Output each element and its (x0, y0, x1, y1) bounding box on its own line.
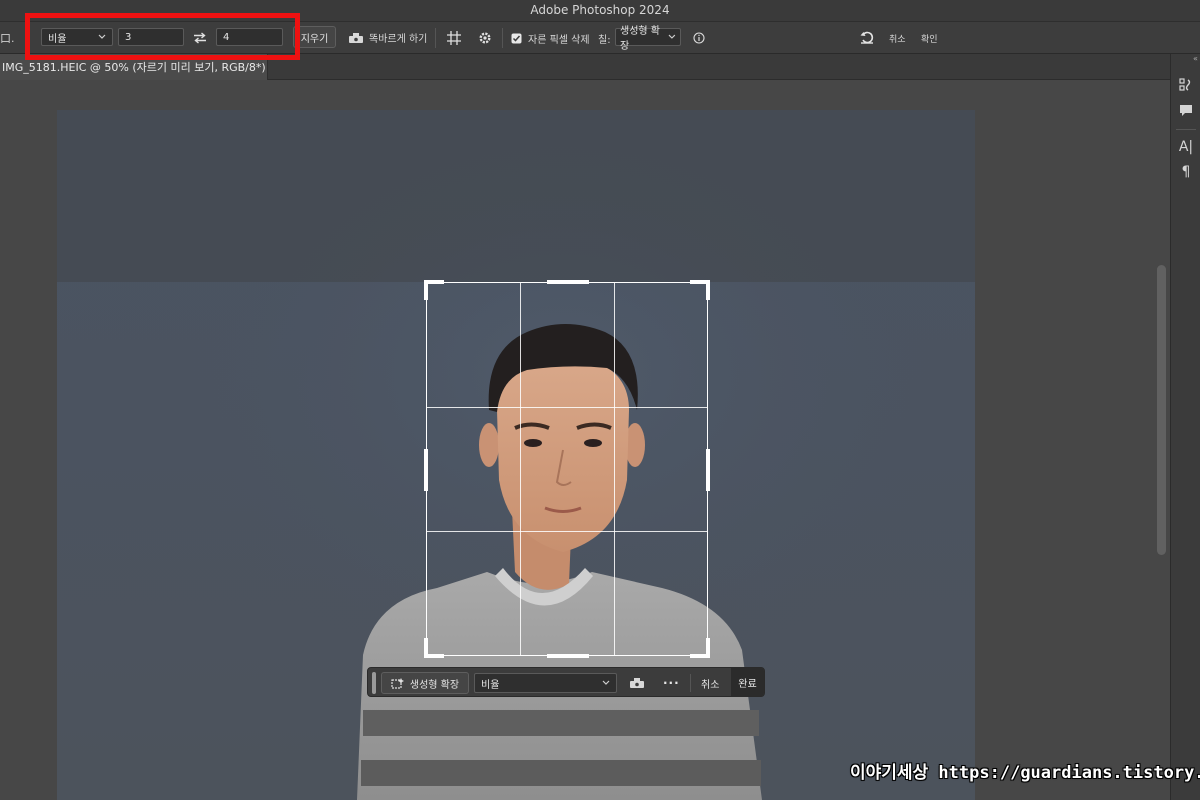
crop-handle-right[interactable] (706, 449, 710, 491)
straighten-button[interactable]: 똑바르게 하기 (348, 30, 427, 45)
more-options-button[interactable]: ··· (663, 672, 680, 694)
ratio-preset-select[interactable]: 비율 (41, 28, 113, 46)
divider (502, 28, 503, 48)
divider (690, 674, 691, 692)
contextual-crop-toolbar: 생성형 확장 비율 ··· 취소 완료 (367, 667, 765, 697)
dropdown-chevron-icon (668, 34, 676, 39)
ratio-width-input[interactable]: 3 (118, 28, 184, 46)
cancel-crop-button[interactable]: 취소 (889, 32, 906, 45)
crop-handle-top-left[interactable] (424, 280, 428, 300)
crop-ratio-value: 비율 (481, 679, 500, 691)
delete-cropped-pixels-label: 자른 픽셀 삭제 (528, 35, 590, 46)
checkbox-icon (511, 33, 522, 44)
straighten-label: 똑바르게 하기 (369, 34, 428, 45)
grid-overlay-icon[interactable] (445, 29, 463, 47)
title-bar: Adobe Photoshop 2024 (0, 0, 1200, 22)
crop-done-button[interactable]: 완료 (731, 668, 764, 696)
fill-label: 칠: (598, 35, 611, 46)
crop-shield-top (57, 110, 975, 282)
info-icon[interactable] (692, 31, 705, 44)
straighten-level-icon[interactable] (627, 672, 647, 694)
clear-button[interactable]: 지우기 (293, 26, 336, 48)
window-title: Adobe Photoshop 2024 (530, 3, 670, 17)
dropdown-chevron-icon (98, 34, 106, 39)
document-tab[interactable]: IMG_5181.HEIC @ 50% (자르기 미리 보기, RGB/8*) … (0, 54, 268, 80)
crop-grid-line (427, 407, 707, 408)
crop-grid-line (614, 283, 615, 655)
toolbar-grip[interactable] (372, 672, 376, 694)
reset-icon[interactable] (859, 29, 875, 45)
crop-tool-icon[interactable]: 口. (0, 30, 15, 46)
crop-box[interactable] (424, 280, 710, 658)
comment-icon[interactable] (1177, 101, 1195, 119)
ratio-height-input[interactable]: 4 (216, 28, 283, 46)
crop-handle-left[interactable] (424, 449, 428, 491)
generative-expand-button[interactable]: 생성형 확장 (381, 672, 469, 694)
generative-expand-label: 생성형 확장 (409, 679, 460, 691)
divider (28, 28, 29, 48)
crop-grid-line (520, 283, 521, 655)
fill-select[interactable]: 생성형 확장 (615, 26, 681, 52)
crop-handle-bottom-right[interactable] (706, 638, 710, 658)
photoshop-window: Adobe Photoshop 2024 口. 비율 3 4 지우기 똑바르게 … (0, 0, 1200, 800)
crop-cancel-button[interactable]: 취소 (701, 672, 719, 694)
fill-select-value: 생성형 확장 (620, 26, 660, 52)
crop-handle-top-right[interactable] (706, 280, 710, 300)
ratio-height-value: 4 (223, 31, 230, 43)
paragraph-icon[interactable]: ¶ (1177, 163, 1195, 181)
character-icon[interactable]: A| (1177, 138, 1195, 156)
gear-icon[interactable] (476, 29, 494, 47)
generative-expand-icon (391, 678, 404, 689)
properties-icon[interactable] (1177, 76, 1195, 94)
ratio-preset-label: 비율 (48, 33, 67, 45)
crop-handle-bottom-left[interactable] (424, 638, 428, 658)
crop-handle-bottom[interactable] (547, 654, 589, 658)
swap-arrows-icon[interactable] (192, 30, 208, 46)
delete-cropped-pixels-checkbox[interactable]: 자른 픽셀 삭제 (511, 31, 590, 46)
crop-ratio-select[interactable]: 비율 (474, 673, 617, 693)
straighten-level-icon (349, 32, 363, 43)
right-panel-dock: « A| ¶ (1170, 54, 1200, 800)
panel-collapse-icon[interactable]: « (1193, 54, 1198, 63)
vertical-scrollbar[interactable] (1157, 265, 1166, 555)
options-bar: 口. 비율 3 4 지우기 똑바르게 하기 자른 픽셀 삭제 칠: 생성형 확장… (0, 22, 1200, 54)
ratio-width-value: 3 (125, 31, 132, 43)
document-tab-bar: IMG_5181.HEIC @ 50% (자르기 미리 보기, RGB/8*) … (0, 54, 1170, 80)
crop-handle-top[interactable] (547, 280, 589, 284)
dropdown-chevron-icon (602, 680, 610, 685)
divider (1176, 129, 1196, 130)
divider (435, 28, 436, 48)
crop-grid-line (427, 531, 707, 532)
watermark-text: 이야기세상 https://guardians.tistory.com (850, 763, 1200, 783)
confirm-crop-button[interactable]: 확인 (921, 32, 938, 45)
